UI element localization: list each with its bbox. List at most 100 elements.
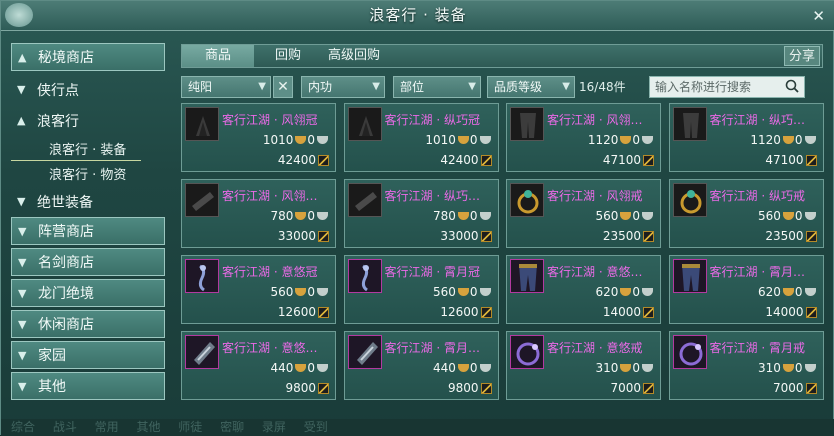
pants-icon (510, 107, 544, 141)
item-price: 440 0 (433, 361, 492, 375)
item-price: 620 0 (758, 285, 817, 299)
triangle-down-icon: ▼ (18, 317, 27, 331)
item-count: 16/48件 (579, 80, 626, 94)
item-price: 1120 0 (750, 133, 816, 147)
item-price: 310 0 (595, 361, 654, 375)
item-card[interactable]: 客行江湖 · 霄月… 620 0 14000 (668, 255, 824, 324)
triangle-down-icon: ▼ (18, 379, 27, 393)
ring-icon (672, 183, 707, 217)
item-name: 客行江湖 · 意悠… (222, 341, 318, 355)
item-card[interactable]: 客行江湖 · 意悠… 620 0 14000 (506, 255, 661, 324)
item-card[interactable]: 客行江湖 · 风翎… 780 0 33000 (181, 179, 336, 248)
item-card[interactable]: 客行江湖 · 纵巧… 1120 0 47100 (668, 103, 824, 172)
gold-coin-icon (457, 136, 469, 144)
silver-amount: 0 (794, 285, 803, 299)
sidebar-item-camp-shop[interactable]: ▼ 阵营商店 (11, 217, 165, 245)
gold-amount: 310 (595, 361, 619, 375)
sidebar-subitem-goods[interactable]: 浪客行 · 物资 (11, 161, 165, 186)
item-name: 客行江湖 · 纵巧冠 (384, 113, 480, 127)
filter-bar: 纯阳 ▼ ✕ 内功 ▼ 部位 ▼ 品质等级 ▼ 16/48件 (181, 76, 823, 98)
tab-goods[interactable]: 商品 (182, 45, 254, 67)
quality-dropdown[interactable]: 品质等级 ▼ (487, 76, 575, 98)
tab-buyback[interactable]: 回购 (260, 45, 316, 67)
item-card[interactable]: 客行江湖 · 风翎戒 560 0 23500 (506, 179, 661, 248)
sidebar-item-jueshi[interactable]: ▼ 绝世装备 (11, 186, 165, 217)
sidebar-item-label: 侠行点 (37, 82, 79, 99)
clear-filter-button[interactable]: ✕ (273, 76, 293, 98)
slot-dropdown[interactable]: 部位 ▼ (393, 76, 481, 98)
tab-advanced-buyback[interactable]: 高级回购 (318, 45, 390, 67)
item-reputation-cost: 9800 (448, 381, 492, 395)
item-card[interactable]: 客行江湖 · 意悠戒 310 0 7000 (506, 331, 661, 400)
sidebar-item-leisure-shop[interactable]: ▼ 休闲商店 (11, 310, 165, 338)
search-input[interactable] (649, 76, 805, 98)
gold-amount: 1120 (587, 133, 619, 147)
sidebar-subitem-equip[interactable]: 浪客行 · 装备 (11, 136, 141, 161)
close-icon[interactable]: ✕ (812, 8, 825, 24)
attribute-value: 内功 (308, 80, 333, 94)
item-card[interactable]: 客行江湖 · 纵巧戒 560 0 23500 (668, 179, 824, 248)
reputation-amount: 12600 (277, 305, 316, 319)
item-price: 1120 0 (588, 133, 654, 147)
item-card[interactable]: 客行江湖 · 霄月… 440 0 9800 (343, 331, 499, 400)
reputation-amount: 47100 (765, 153, 804, 167)
sidebar-item-label: 家园 (38, 348, 66, 364)
reputation-amount: 33000 (440, 229, 479, 243)
tab-bar: 商品 回购 高级回购 分享 (181, 44, 823, 68)
item-card[interactable]: 客行江湖 · 风翎… 1120 0 47100 (506, 103, 661, 172)
gold-coin-icon (620, 364, 632, 372)
silver-amount: 0 (794, 209, 803, 223)
reputation-amount: 9800 (285, 381, 316, 395)
sidebar-item-mingjian-shop[interactable]: ▼ 名剑商店 (11, 248, 165, 276)
school-dropdown[interactable]: 纯阳 ▼ (181, 76, 271, 98)
hat-icon (347, 107, 382, 141)
silver-amount: 0 (469, 285, 478, 299)
item-name: 客行江湖 · 风翎戒 (547, 189, 643, 203)
item-card[interactable]: 客行江湖 · 意悠… 440 0 9800 (181, 331, 336, 400)
item-reputation-cost: 12600 (440, 305, 492, 319)
attribute-dropdown[interactable]: 内功 ▼ (301, 76, 385, 98)
item-reputation-cost: 42400 (278, 153, 329, 167)
silver-coin-icon (804, 364, 816, 372)
gold-coin-icon (620, 212, 632, 220)
triangle-down-icon: ▼ (17, 83, 26, 96)
sidebar-item-home[interactable]: ▼ 家园 (11, 341, 165, 369)
reputation-amount: 9800 (447, 381, 479, 395)
gold-amount: 440 (270, 361, 294, 375)
triangle-down-icon: ▼ (18, 224, 27, 238)
sidebar-item-langkexing[interactable]: ▲ 浪客行 (11, 105, 165, 136)
item-card[interactable]: 客行江湖 · 纵巧冠 1010 0 42400 (343, 103, 499, 172)
sidebar-item-label: 绝世装备 (37, 194, 93, 211)
reputation-icon (805, 230, 817, 242)
reputation-amount: 7000 (772, 381, 804, 395)
reputation-icon (480, 306, 492, 318)
window-title: 浪客行 · 装备 (369, 6, 467, 24)
hairpin-icon (185, 259, 219, 293)
sidebar-item-secret-shop[interactable]: ▲ 秘境商店 (11, 43, 165, 71)
item-card[interactable]: 客行江湖 · 霄月冠 560 0 12600 (343, 255, 499, 324)
sidebar-item-longmen[interactable]: ▼ 龙门绝境 (11, 279, 165, 307)
share-button[interactable]: 分享 (784, 46, 820, 66)
bracer-icon (347, 335, 382, 369)
item-card[interactable]: 客行江湖 · 风翎冠 1010 0 42400 (181, 103, 336, 172)
title-bar[interactable]: 浪客行 · 装备 ✕ (1, 1, 834, 31)
sidebar-item-label: 阵营商店 (38, 224, 94, 240)
sidebar-item-xiashi[interactable]: ▼ 侠行点 (11, 74, 165, 105)
item-card[interactable]: 客行江湖 · 纵巧… 780 0 33000 (343, 179, 499, 248)
pants-icon (510, 259, 544, 293)
item-card[interactable]: 客行江湖 · 意悠冠 560 0 12600 (181, 255, 336, 324)
silver-coin-icon (479, 288, 491, 296)
item-name: 客行江湖 · 纵巧戒 (709, 189, 805, 203)
triangle-down-icon: ▼ (18, 286, 27, 300)
silver-coin-icon (317, 136, 328, 144)
item-reputation-cost: 9800 (285, 381, 329, 395)
quality-value: 品质等级 (494, 80, 543, 94)
reputation-icon (318, 382, 329, 394)
item-price: 780 0 (270, 209, 329, 223)
gold-coin-icon (457, 364, 469, 372)
search-icon[interactable] (785, 79, 799, 93)
item-card[interactable]: 客行江湖 · 霄月戒 310 0 7000 (668, 331, 824, 400)
sidebar-item-other[interactable]: ▼ 其他 (11, 372, 165, 400)
gold-coin-icon (782, 136, 794, 144)
bracer-icon (185, 335, 219, 369)
